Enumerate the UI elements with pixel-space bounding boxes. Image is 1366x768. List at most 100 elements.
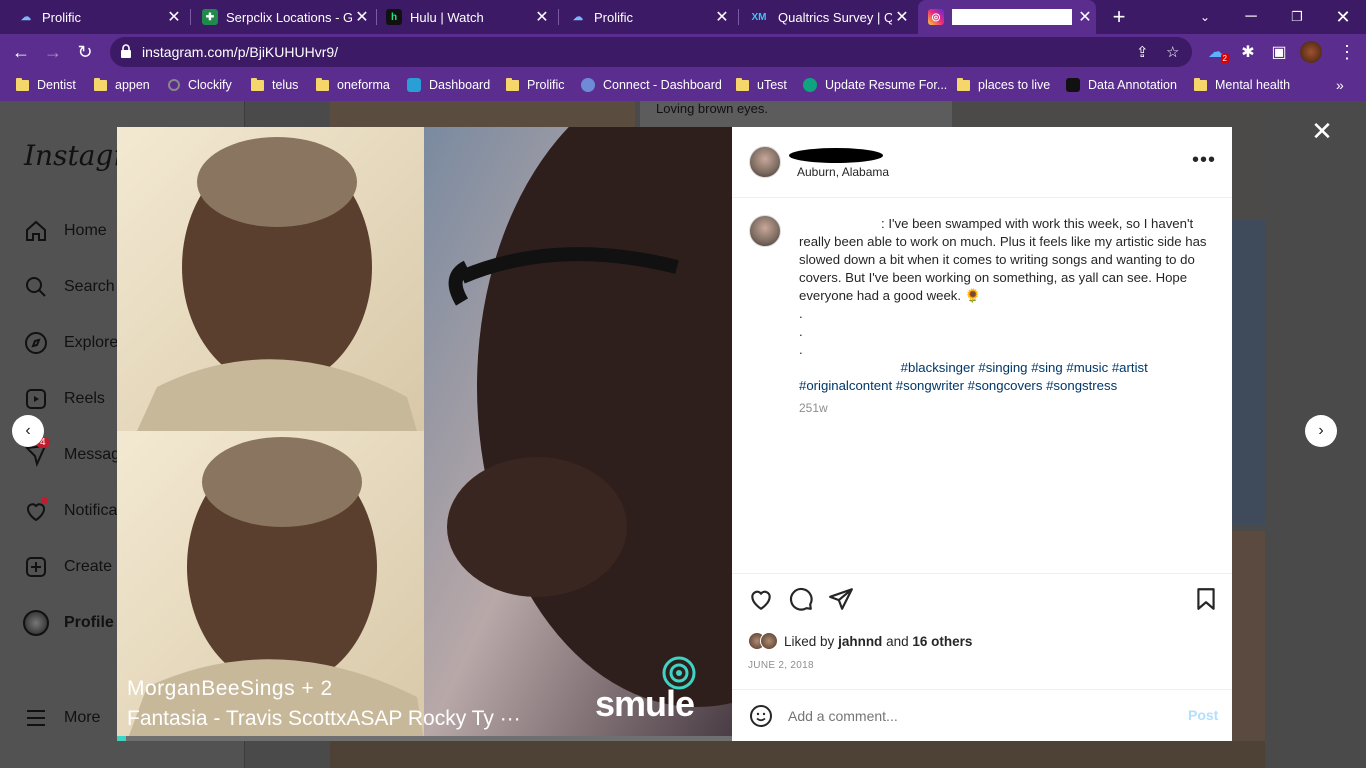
nav-more[interactable]: More: [22, 704, 100, 732]
profile-avatar[interactable]: [1298, 39, 1324, 65]
nav-explore[interactable]: Explore: [22, 329, 118, 357]
bookmark-data-annotation[interactable]: Data Annotation: [1066, 76, 1177, 94]
previous-post-button[interactable]: ‹: [12, 415, 44, 447]
hashtag-link[interactable]: #songcovers: [968, 378, 1043, 393]
close-modal-button[interactable]: ✕: [1310, 116, 1334, 146]
bookmark-utest[interactable]: uTest: [736, 76, 787, 94]
hashtag-line: #blacksinger #singing #sing #music #arti…: [799, 359, 1209, 395]
like-heart-icon[interactable]: [748, 586, 774, 612]
side-panel-icon[interactable]: ▣: [1266, 39, 1292, 65]
heart-icon: [22, 497, 50, 525]
hashtag-link[interactable]: #songstress: [1046, 378, 1117, 393]
bookmark-mental-health[interactable]: Mental health: [1194, 76, 1290, 94]
browser-menu-icon[interactable]: ⋮: [1334, 39, 1360, 65]
nav-notifications[interactable]: Notifications: [22, 497, 124, 525]
extensions-puzzle-icon[interactable]: ✱: [1235, 39, 1261, 65]
close-tab-icon[interactable]: ✕: [712, 7, 732, 27]
tab-separator: [558, 9, 559, 25]
address-bar[interactable]: instagram.com/p/BjiKUHUHvr9/ ⇪ ☆: [110, 37, 1192, 67]
save-bookmark-icon[interactable]: [1193, 586, 1219, 612]
tab-label: Prolific: [42, 9, 82, 25]
bookmark-clockify[interactable]: Clockify: [168, 76, 232, 94]
hashtag-link[interactable]: #sing: [1031, 360, 1063, 375]
chatgpt-icon: [803, 78, 817, 92]
bookmark-dentist[interactable]: Dentist: [16, 76, 76, 94]
nav-home[interactable]: Home: [22, 217, 107, 245]
close-window-button[interactable]: ✕: [1320, 0, 1366, 34]
video-overlay-artists: MorganBeeSings + 2: [127, 677, 333, 700]
bookmark-dashboard[interactable]: Dashboard: [407, 76, 490, 94]
bookmark-label: Mental health: [1215, 78, 1291, 92]
nav-label: Explore: [64, 334, 119, 351]
more-options-icon[interactable]: •••: [1192, 149, 1216, 172]
minimize-button[interactable]: ─: [1228, 0, 1274, 34]
post-comment-button[interactable]: Post: [1188, 707, 1218, 723]
more-bookmarks-icon[interactable]: »: [1336, 76, 1344, 94]
bookmark-connect-dashboard[interactable]: Connect - Dashboard: [581, 76, 722, 94]
bookmark-appen[interactable]: appen: [94, 76, 150, 94]
tab-prolific-2[interactable]: ☁ Prolific ✕: [560, 0, 736, 34]
share-icon[interactable]: ⇪: [1136, 43, 1149, 61]
bookmark-oneforma[interactable]: oneforma: [316, 76, 390, 94]
nav-profile[interactable]: Profile: [22, 609, 114, 637]
tab-label-redacted: [952, 9, 1072, 25]
extension-badge: 2: [1220, 54, 1229, 63]
post-location[interactable]: Auburn, Alabama: [797, 165, 889, 179]
hashtag-link[interactable]: #singing: [978, 360, 1027, 375]
share-send-icon[interactable]: [828, 586, 854, 612]
bookmark-star-icon[interactable]: ☆: [1166, 43, 1179, 61]
folder-icon: [316, 77, 329, 91]
hashtag-link[interactable]: #originalcontent: [799, 378, 892, 393]
bookmarks-bar: Dentist appen Clockify telus oneforma Da…: [0, 70, 1366, 100]
compass-icon: [22, 329, 50, 357]
bookmark-label: Data Annotation: [1088, 78, 1177, 92]
qualtrics-icon: XM: [751, 11, 767, 23]
author-avatar[interactable]: [749, 146, 781, 178]
hashtag-link[interactable]: #artist: [1112, 360, 1148, 375]
tab-instagram[interactable]: ◎ ✕: [918, 0, 1096, 34]
close-tab-icon[interactable]: ✕: [352, 7, 372, 27]
close-tab-icon[interactable]: ✕: [892, 7, 912, 27]
tab-search-icon[interactable]: ⌄: [1182, 0, 1228, 34]
tab-qualtrics[interactable]: XM Qualtrics Survey | Qua ✕: [738, 0, 916, 34]
bookmark-places-to-live[interactable]: places to live: [957, 76, 1050, 94]
url-text: instagram.com/p/BjiKUHUHvr9/: [142, 44, 339, 60]
bookmark-telus[interactable]: telus: [251, 76, 298, 94]
bookmark-label: Connect - Dashboard: [603, 78, 722, 92]
likes-others-link[interactable]: 16 others: [912, 634, 972, 649]
bookmark-label: Dentist: [37, 78, 76, 92]
bookmark-update-resume[interactable]: Update Resume For...: [803, 76, 947, 94]
extension-cloud-icon[interactable]: ☁ 2: [1203, 39, 1229, 65]
comment-icon[interactable]: [788, 586, 814, 612]
restore-button[interactable]: ❐: [1274, 0, 1320, 34]
dashboard-icon: [407, 78, 421, 92]
close-tab-icon[interactable]: ✕: [1078, 7, 1092, 27]
next-post-button[interactable]: ›: [1305, 415, 1337, 447]
post-video[interactable]: MorganBeeSings + 2 Fantasia - Travis Sco…: [117, 127, 732, 741]
likes-username[interactable]: jahnnd: [838, 634, 882, 649]
caption-author-avatar[interactable]: [749, 215, 781, 247]
video-progress-bar[interactable]: [117, 736, 732, 741]
nav-create[interactable]: Create: [22, 553, 112, 581]
hashtag-link[interactable]: #songwriter: [896, 378, 964, 393]
close-tab-icon[interactable]: ✕: [164, 7, 184, 27]
new-tab-button[interactable]: +: [1096, 0, 1142, 34]
tab-strip: ☁ Prolific ✕ ✚ Serpclix Locations - Go ✕…: [0, 0, 1366, 34]
nav-search[interactable]: Search: [22, 273, 115, 301]
caption-dot: .: [799, 324, 803, 339]
tab-hulu[interactable]: h Hulu | Watch ✕: [376, 0, 556, 34]
bookmark-prolific[interactable]: Prolific: [506, 76, 565, 94]
tab-serpclix[interactable]: ✚ Serpclix Locations - Go ✕: [192, 0, 376, 34]
forward-button[interactable]: →: [40, 39, 66, 65]
nav-reels[interactable]: Reels: [22, 385, 105, 413]
comment-input[interactable]: [788, 704, 1148, 728]
back-button[interactable]: ←: [8, 39, 34, 65]
reload-button[interactable]: ↻: [72, 39, 98, 65]
post-age[interactable]: 251w: [799, 401, 828, 415]
close-tab-icon[interactable]: ✕: [532, 7, 552, 27]
tab-prolific-1[interactable]: ☁ Prolific ✕: [8, 0, 188, 34]
hashtag-link[interactable]: #music: [1066, 360, 1108, 375]
hashtag-link[interactable]: #blacksinger: [901, 360, 975, 375]
background-thumbnail: [330, 101, 635, 127]
emoji-icon[interactable]: [749, 704, 773, 728]
